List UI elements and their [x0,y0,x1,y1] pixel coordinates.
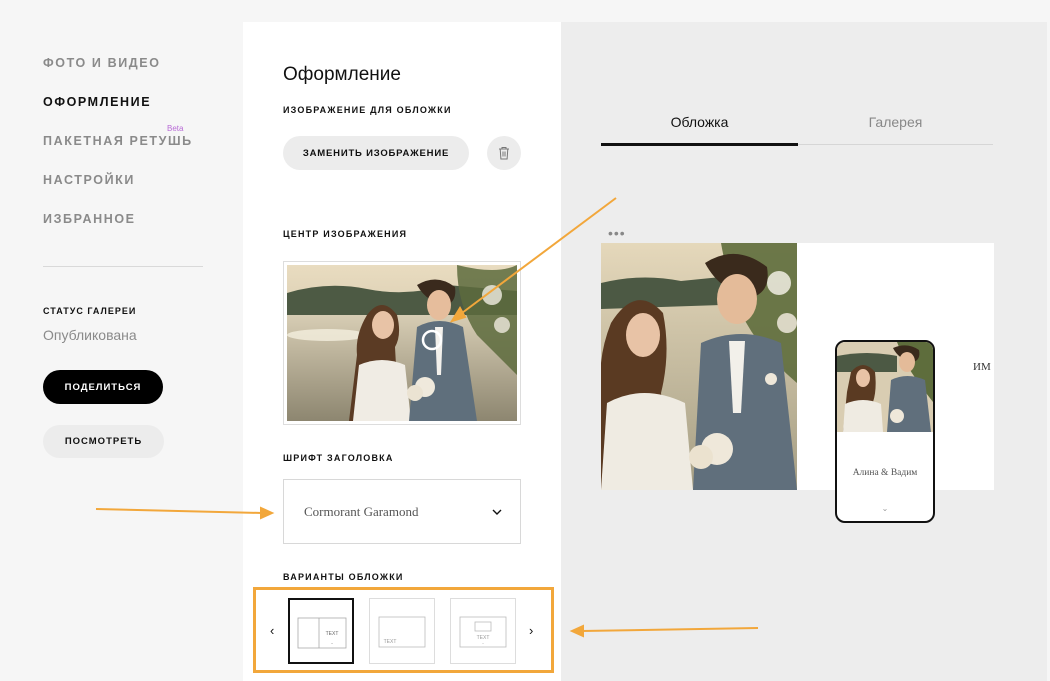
tab-cover[interactable]: Обложка [601,114,798,130]
nav-item-batch-retouch[interactable]: ПАКЕТНАЯ РЕТУШЬ [43,134,193,148]
panel-title: Оформление [283,64,401,85]
focal-point-label: ЦЕНТР ИЗОБРАЖЕНИЯ [283,229,408,239]
cover-variant-center-frame[interactable]: TEXT ⌄ [450,598,516,664]
chevron-down-icon: ⌄ [881,504,889,513]
nav-item-settings[interactable]: НАСТРОЙКИ [43,173,135,187]
variant-thumb-text: TEXT [384,639,397,645]
nav-item-photo-video[interactable]: ФОТО И ВИДЕО [43,56,161,70]
nav-item-favorites[interactable]: ИЗБРАННОЕ [43,212,136,226]
cover-variant-bottom-text[interactable]: TEXT [369,598,435,664]
design-panel: Оформление ИЗОБРАЖЕНИЕ ДЛЯ ОБЛОЖКИ ЗАМЕН… [243,22,561,681]
delete-image-button[interactable] [487,136,521,170]
cover-variant-split[interactable]: TEXT ⌄ [288,598,354,664]
mobile-cover-photo [837,342,933,432]
tab-gallery[interactable]: Галерея [797,114,994,130]
beta-badge: Beta [167,124,184,133]
mobile-cover-preview: Алина & Вадим ⌄ [835,340,935,523]
gallery-status-label: СТАТУС ГАЛЕРЕИ [43,306,137,316]
title-font-value: Cormorant Garamond [304,503,419,519]
cover-image-label: ИЗОБРАЖЕНИЕ ДЛЯ ОБЛОЖКИ [283,105,452,115]
desktop-cover-photo [601,243,797,490]
desktop-cover-title: ИМ [973,361,991,373]
focal-point-picker[interactable] [283,261,521,425]
mobile-cover-title: Алина & Вадим [852,468,918,478]
cover-variants-label: ВАРИАНТЫ ОБЛОЖКИ [283,572,404,582]
gallery-status-value: Опубликована [43,327,137,343]
svg-text:⌄: ⌄ [481,640,484,645]
title-font-label: ШРИФТ ЗАГОЛОВКА [283,453,394,463]
title-font-select[interactable]: Cormorant Garamond [283,479,521,544]
svg-text:⌄: ⌄ [330,640,333,645]
tab-active-indicator [601,143,798,146]
chevron-right-icon[interactable]: › [529,623,533,638]
cover-variants-carousel: ‹ TEXT ⌄ TEXT TEXT ⌄ › [253,587,554,673]
chevron-left-icon[interactable]: ‹ [270,623,274,638]
trash-icon [499,147,509,160]
chevron-down-icon [492,509,502,515]
view-button[interactable]: ПОСМОТРЕТЬ [43,425,164,458]
sidebar-nav: ФОТО И ВИДЕО ОФОРМЛЕНИЕ ПАКЕТНАЯ РЕТУШЬ … [0,0,243,681]
nav-divider [43,266,203,267]
replace-image-button[interactable]: ЗАМЕНИТЬ ИЗОБРАЖЕНИЕ [283,136,469,170]
cover-photo-focal[interactable] [287,265,517,421]
nav-item-design[interactable]: ОФОРМЛЕНИЕ [43,95,151,109]
more-dots-icon[interactable]: ••• [608,225,626,241]
variant-thumb-text: TEXT [326,631,339,637]
share-button[interactable]: ПОДЕЛИТЬСЯ [43,370,163,404]
cover-preview: Обложка Галерея ••• ИМ Алина & Вадим ⌄ [561,22,1047,681]
desktop-cover-preview: ИМ [601,243,994,490]
